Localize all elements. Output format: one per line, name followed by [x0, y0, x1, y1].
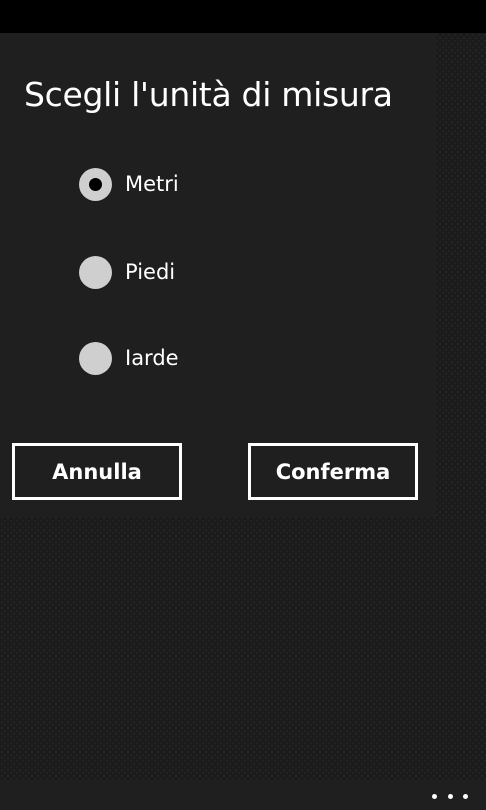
radio-label-iarde: Iarde — [125, 346, 179, 370]
status-bar — [0, 0, 486, 33]
dialog-title: Scegli l'unità di misura — [24, 75, 393, 114]
app-bar — [0, 780, 486, 810]
unit-picker-dialog: Scegli l'unità di misura Metri Piedi Iar… — [0, 33, 436, 517]
dot — [447, 793, 453, 799]
radio-selected-dot — [89, 177, 102, 191]
radio-button-iarde[interactable] — [79, 341, 112, 375]
radio-option-piedi[interactable]: Piedi — [79, 255, 175, 289]
radio-option-metri[interactable]: Metri — [79, 167, 179, 201]
radio-label-piedi: Piedi — [125, 260, 176, 284]
cancel-button[interactable]: Annulla — [12, 443, 182, 500]
dot — [463, 793, 468, 799]
confirm-button[interactable]: Conferma — [248, 443, 418, 500]
dot — [432, 793, 437, 799]
ellipsis-icon[interactable] — [432, 789, 468, 803]
radio-button-metri[interactable] — [79, 167, 112, 201]
radio-option-iarde[interactable]: Iarde — [79, 341, 179, 375]
radio-button-piedi[interactable] — [79, 255, 112, 289]
radio-label-metri: Metri — [125, 172, 179, 196]
